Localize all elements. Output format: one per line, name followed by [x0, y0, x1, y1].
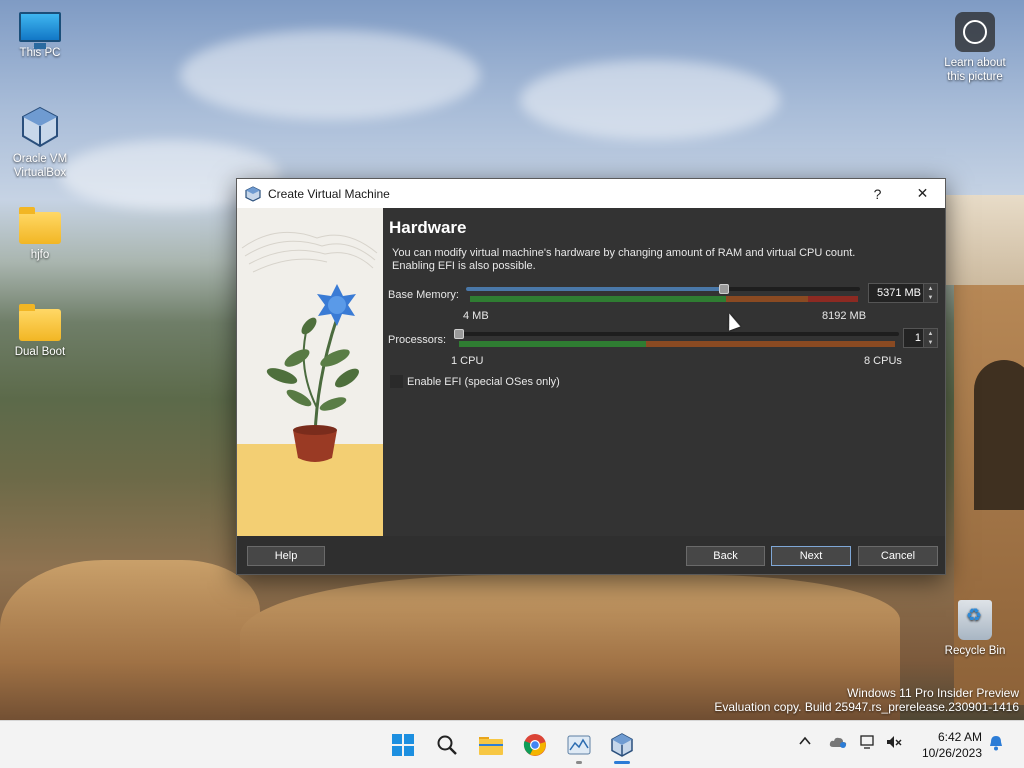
- watermark-build: Evaluation copy. Build 25947.rs_prerelea…: [714, 700, 1019, 714]
- processor-range-bar: [459, 341, 895, 347]
- processor-slider-track[interactable]: [455, 332, 899, 336]
- file-explorer-icon[interactable]: [477, 731, 505, 759]
- efi-label[interactable]: Enable EFI (special OSes only): [407, 376, 560, 388]
- active-indicator: [614, 761, 630, 764]
- recycle-bin-icon: [958, 600, 992, 640]
- spin-down-icon[interactable]: ▼: [923, 293, 937, 302]
- memory-slider-track[interactable]: [466, 287, 860, 291]
- cancel-button[interactable]: Cancel: [858, 546, 938, 566]
- desktop-icon-label: Recycle Bin: [944, 645, 1006, 657]
- folder-icon: [19, 207, 61, 244]
- virtualbox-icon: [245, 185, 261, 202]
- desktop-icon-hjfo[interactable]: hjfo: [0, 207, 80, 262]
- desktop-icon-label: Oracle VM VirtualBox: [12, 153, 68, 179]
- desktop-icon-label: hjfo: [30, 249, 50, 261]
- processor-spinbox[interactable]: 1 ▲ ▼: [903, 328, 938, 348]
- processor-slider-thumb[interactable]: [454, 329, 464, 339]
- processors-label: Processors:: [388, 334, 447, 346]
- plant-illustration-icon: [241, 231, 378, 462]
- dialog-title: Create Virtual Machine: [268, 186, 390, 201]
- dialog-body: Hardware You can modify virtual machine'…: [237, 208, 945, 574]
- page-description: You can modify virtual machine's hardwar…: [392, 247, 856, 272]
- clock-time: 6:42 AM: [937, 730, 982, 744]
- wizard-content: Hardware You can modify virtual machine'…: [383, 208, 945, 536]
- clock-date: 10/26/2023: [921, 746, 982, 760]
- processor-value: 1: [914, 332, 921, 344]
- spin-up-icon[interactable]: ▲: [923, 284, 937, 293]
- learn-about-label: Learn about this picture: [944, 57, 1006, 83]
- spin-up-icon[interactable]: ▲: [923, 329, 937, 338]
- learn-about-picture[interactable]: Learn about this picture: [935, 12, 1015, 84]
- base-memory-label: Base Memory:: [388, 289, 459, 301]
- memory-spinbox[interactable]: 5371 MB ▲ ▼: [868, 283, 938, 303]
- system-clock[interactable]: 6:42 AM 10/26/2023: [922, 729, 982, 761]
- memory-max-label: 8192 MB: [822, 310, 867, 322]
- photos-icon[interactable]: [565, 731, 593, 759]
- create-vm-dialog: Create Virtual Machine ? ✕ Hardware You …: [236, 178, 946, 575]
- network-icon[interactable]: [860, 735, 878, 752]
- desktop-icon-virtualbox[interactable]: Oracle VM VirtualBox: [0, 106, 80, 180]
- help-button[interactable]: Help: [247, 546, 325, 566]
- spin-down-icon[interactable]: ▼: [923, 338, 937, 347]
- notification-bell-icon[interactable]: [988, 735, 1004, 754]
- processor-spin-arrows[interactable]: ▲ ▼: [923, 329, 937, 347]
- back-button[interactable]: Back: [686, 546, 765, 566]
- dialog-titlebar[interactable]: Create Virtual Machine ? ✕: [237, 179, 945, 208]
- watermark-edition: Windows 11 Pro Insider Preview: [847, 686, 1019, 700]
- search-icon[interactable]: [433, 731, 461, 759]
- memory-slider-fill: [466, 287, 725, 291]
- monitor-icon: [19, 12, 61, 49]
- chrome-icon[interactable]: [521, 731, 549, 759]
- windows-start-icon[interactable]: [389, 731, 417, 759]
- volume-muted-icon[interactable]: [886, 735, 902, 752]
- virtualbox-icon: [20, 106, 60, 148]
- page-title: Hardware: [389, 218, 467, 237]
- desktop-icon-label: Dual Boot: [14, 346, 66, 358]
- help-icon[interactable]: ?: [855, 179, 900, 208]
- next-button[interactable]: Next: [771, 546, 851, 566]
- desktop-icon-recycle-bin[interactable]: Recycle Bin: [935, 600, 1015, 658]
- memory-value: 5371 MB: [876, 287, 921, 299]
- camera-info-icon: [955, 12, 995, 52]
- desktop-icon-dual-boot[interactable]: Dual Boot: [0, 304, 80, 359]
- windows-watermark: Windows 11 Pro Insider Preview Evaluatio…: [714, 686, 1019, 714]
- wizard-illustration: [237, 208, 383, 536]
- taskbar: 6:42 AM 10/26/2023: [0, 720, 1024, 768]
- efi-checkbox[interactable]: [390, 375, 403, 388]
- onedrive-icon[interactable]: [829, 735, 847, 752]
- processor-max-label: 8 CPUs: [864, 355, 902, 367]
- memory-min-label: 4 MB: [463, 310, 489, 322]
- running-indicator: [576, 761, 582, 764]
- processor-min-label: 1 CPU: [451, 355, 484, 367]
- memory-slider-thumb[interactable]: [719, 284, 730, 294]
- memory-range-bar: [470, 296, 858, 302]
- desktop-icon-this-pc[interactable]: This PC: [0, 12, 80, 60]
- close-icon[interactable]: ✕: [900, 179, 945, 208]
- memory-spin-arrows[interactable]: ▲ ▼: [923, 284, 937, 302]
- folder-icon: [19, 304, 61, 341]
- virtualbox-icon[interactable]: [608, 731, 636, 759]
- chevron-up-icon[interactable]: [799, 735, 811, 750]
